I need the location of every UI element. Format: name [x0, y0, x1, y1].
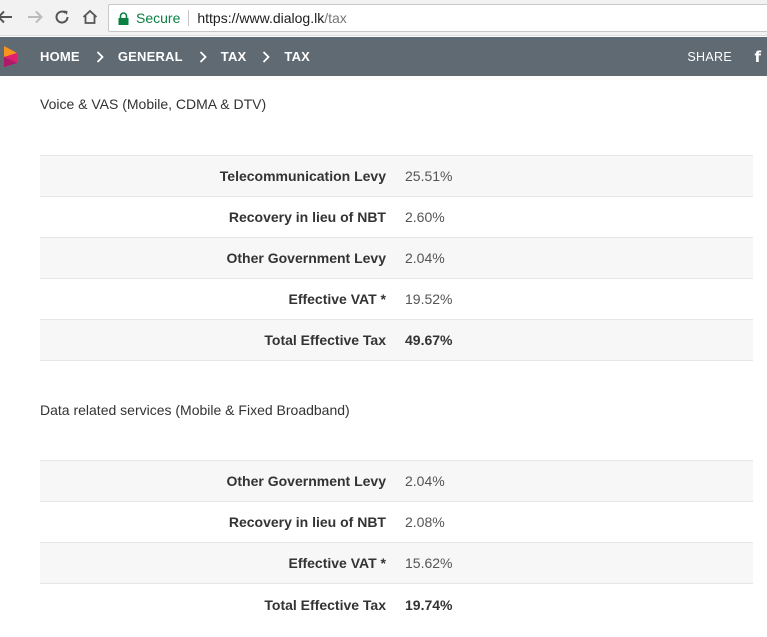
- row-label: Other Government Levy: [226, 473, 387, 489]
- lock-icon: [118, 11, 130, 25]
- table-row: Recovery in lieu of NBT 2.60%: [40, 197, 753, 238]
- breadcrumb-tax[interactable]: TAX: [221, 49, 247, 64]
- home-icon[interactable]: [79, 6, 101, 28]
- table-row: Other Government Levy 2.04%: [40, 238, 753, 279]
- chevron-right-icon: [199, 50, 207, 63]
- back-arrow-icon[interactable]: [0, 6, 16, 28]
- facebook-icon[interactable]: f: [754, 37, 761, 76]
- row-value: 19.74%: [405, 596, 453, 613]
- tax-table-voice: Telecommunication Levy 25.51% Recovery i…: [40, 155, 753, 361]
- row-value: 2.04%: [405, 250, 445, 266]
- url-host: https://www.dialog.lk: [197, 10, 325, 26]
- row-value: 2.08%: [405, 514, 445, 530]
- row-label: Telecommunication Levy: [219, 168, 386, 184]
- row-label: Other Government Levy: [226, 250, 387, 266]
- table-row-total: Total Effective Tax 19.74%: [40, 584, 753, 625]
- omnibox-divider: [188, 10, 190, 26]
- table-row: Effective VAT * 15.62%: [40, 543, 753, 584]
- row-value: 25.51%: [405, 168, 453, 184]
- site-header: HOME GENERAL TAX TAX SHARE f: [0, 37, 767, 76]
- breadcrumb-home[interactable]: HOME: [40, 49, 80, 64]
- share-label: SHARE: [687, 49, 732, 64]
- url-text[interactable]: https://www.dialog.lk/tax: [197, 10, 346, 26]
- row-value: 49.67%: [405, 332, 453, 348]
- tax-table-data: Other Government Levy 2.04% Recovery in …: [40, 460, 753, 625]
- breadcrumb: HOME GENERAL TAX TAX: [40, 37, 310, 76]
- row-label: Effective VAT *: [288, 291, 386, 307]
- address-bar[interactable]: Secure https://www.dialog.lk/tax: [108, 4, 767, 32]
- row-value: 2.60%: [405, 209, 445, 225]
- row-label: Total Effective Tax: [264, 332, 386, 348]
- url-path: /tax: [324, 10, 347, 26]
- row-label: Effective VAT *: [288, 555, 386, 571]
- row-label: Recovery in lieu of NBT: [228, 209, 386, 225]
- breadcrumb-tax-current: TAX: [284, 49, 311, 64]
- row-value: 19.52%: [405, 291, 453, 307]
- row-value: 15.62%: [405, 555, 453, 571]
- row-value: 2.04%: [405, 473, 445, 489]
- table-row-total: Total Effective Tax 49.67%: [40, 320, 753, 361]
- forward-arrow-icon[interactable]: [24, 6, 46, 28]
- section-title-data: Data related services (Mobile & Fixed Br…: [40, 402, 350, 418]
- row-label: Recovery in lieu of NBT: [228, 514, 386, 530]
- table-row: Recovery in lieu of NBT 2.08%: [40, 502, 753, 543]
- table-row: Other Government Levy 2.04%: [40, 461, 753, 502]
- browser-toolbar: Secure https://www.dialog.lk/tax: [0, 0, 767, 36]
- dialog-logo[interactable]: [0, 43, 22, 69]
- secure-label: Secure: [136, 10, 181, 26]
- chevron-right-icon: [96, 50, 104, 63]
- section-title-voice: Voice & VAS (Mobile, CDMA & DTV): [40, 96, 267, 112]
- chevron-right-icon: [262, 50, 271, 63]
- reload-icon[interactable]: [51, 6, 73, 28]
- row-label: Total Effective Tax: [264, 596, 386, 613]
- table-row: Effective VAT * 19.52%: [40, 279, 753, 320]
- table-row: Telecommunication Levy 25.51%: [40, 156, 753, 197]
- breadcrumb-general[interactable]: GENERAL: [118, 49, 183, 64]
